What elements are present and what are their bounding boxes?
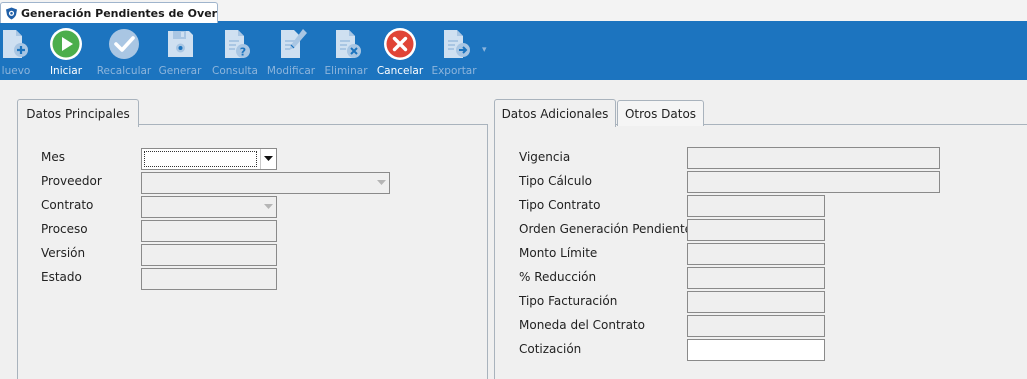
proveedor-dropdown-button[interactable] xyxy=(373,173,389,193)
window-tab-strip: Generación Pendientes de Overc... xyxy=(0,0,1027,23)
recalculate-button[interactable]: Recalcular xyxy=(95,26,153,78)
moneda-label: Moneda del Contrato xyxy=(519,318,645,332)
monto-limite-field[interactable] xyxy=(687,243,825,265)
mes-select[interactable] xyxy=(141,148,277,170)
cotizacion-label: Cotización xyxy=(519,342,582,356)
estado-label: Estado xyxy=(41,270,82,284)
new-button[interactable]: luevo xyxy=(0,26,34,78)
recalculate-button-label: Recalcular xyxy=(96,65,152,77)
tab-datos-adicionales[interactable]: Datos Adicionales xyxy=(494,99,616,127)
modify-button[interactable]: Modificar xyxy=(264,26,318,78)
tab-datos-principales-label: Datos Principales xyxy=(26,106,130,121)
proveedor-label: Proveedor xyxy=(41,174,102,188)
export-document-icon xyxy=(444,30,470,58)
cancel-button-label: Cancelar xyxy=(376,65,424,77)
mes-label: Mes xyxy=(41,150,65,164)
tipo-calculo-field[interactable] xyxy=(687,171,940,193)
reduccion-field[interactable] xyxy=(687,267,825,289)
query-document-icon: ? xyxy=(225,30,250,59)
tipo-contrato-label: Tipo Contrato xyxy=(519,198,601,212)
cancel-icon xyxy=(384,28,416,60)
document-tab-title: Generación Pendientes de Overc... xyxy=(21,6,218,20)
svg-text:?: ? xyxy=(240,46,246,59)
delete-button-label: Eliminar xyxy=(324,65,368,77)
toolbar-overflow-arrow-icon[interactable]: ▾ xyxy=(482,45,487,55)
version-label: Versión xyxy=(41,246,86,260)
new-document-icon xyxy=(3,30,28,58)
delete-button[interactable]: Eliminar xyxy=(323,26,369,78)
app-shield-icon xyxy=(6,7,17,19)
play-icon xyxy=(50,28,82,60)
document-tab[interactable]: Generación Pendientes de Overc... xyxy=(0,2,218,23)
monto-limite-label: Monto Límite xyxy=(519,246,598,260)
checkmark-icon xyxy=(109,29,139,59)
save-disk-icon xyxy=(168,31,193,57)
generate-button[interactable]: Generar xyxy=(157,26,203,78)
export-button[interactable]: Exportar xyxy=(430,26,478,78)
proceso-label: Proceso xyxy=(41,222,88,236)
cancel-button[interactable]: Cancelar xyxy=(375,26,425,78)
new-button-label: luevo xyxy=(1,65,31,77)
proceso-field[interactable] xyxy=(141,220,277,242)
mes-focus-outline xyxy=(144,151,257,167)
reduccion-label: % Reducción xyxy=(519,270,597,284)
contrato-label: Contrato xyxy=(41,198,94,212)
start-button[interactable]: Iniciar xyxy=(46,26,86,78)
vigencia-label: Vigencia xyxy=(519,150,571,164)
query-button-label: Consulta xyxy=(211,65,258,77)
tab-datos-adicionales-label: Datos Adicionales xyxy=(501,106,609,121)
tipo-contrato-field[interactable] xyxy=(687,195,825,217)
moneda-field[interactable] xyxy=(687,315,825,337)
mes-dropdown-button[interactable] xyxy=(260,149,276,169)
export-button-label: Exportar xyxy=(431,65,477,77)
start-button-label: Iniciar xyxy=(49,65,83,77)
modify-button-label: Modificar xyxy=(266,65,316,77)
tipo-facturacion-label: Tipo Facturación xyxy=(519,294,618,308)
chevron-down-icon xyxy=(376,180,386,185)
tab-datos-principales[interactable]: Datos Principales xyxy=(17,99,139,127)
tab-otros-datos-label: Otros Datos xyxy=(624,106,697,121)
toolbar: luevo Iniciar Recalcular Generar ? Consu… xyxy=(0,23,1027,80)
contrato-dropdown-button[interactable] xyxy=(260,197,276,217)
version-field[interactable] xyxy=(141,244,277,266)
tipo-facturacion-field[interactable] xyxy=(687,291,825,313)
estado-field[interactable] xyxy=(141,268,277,290)
query-button[interactable]: ? Consulta xyxy=(210,26,260,78)
cotizacion-field[interactable] xyxy=(687,339,825,361)
delete-document-icon xyxy=(336,30,361,58)
orden-generacion-field[interactable] xyxy=(687,219,825,241)
tab-otros-datos[interactable]: Otros Datos xyxy=(617,100,704,126)
contrato-select[interactable] xyxy=(141,196,277,218)
chevron-down-icon xyxy=(264,156,273,161)
generate-button-label: Generar xyxy=(158,65,202,77)
tipo-calculo-label: Tipo Cálculo xyxy=(519,174,593,188)
proveedor-select[interactable] xyxy=(141,172,390,194)
chevron-down-icon xyxy=(263,204,273,209)
vigencia-field[interactable] xyxy=(687,147,940,169)
edit-pencil-icon xyxy=(281,29,307,58)
orden-generacion-label: Orden Generación Pendiente xyxy=(519,222,693,236)
